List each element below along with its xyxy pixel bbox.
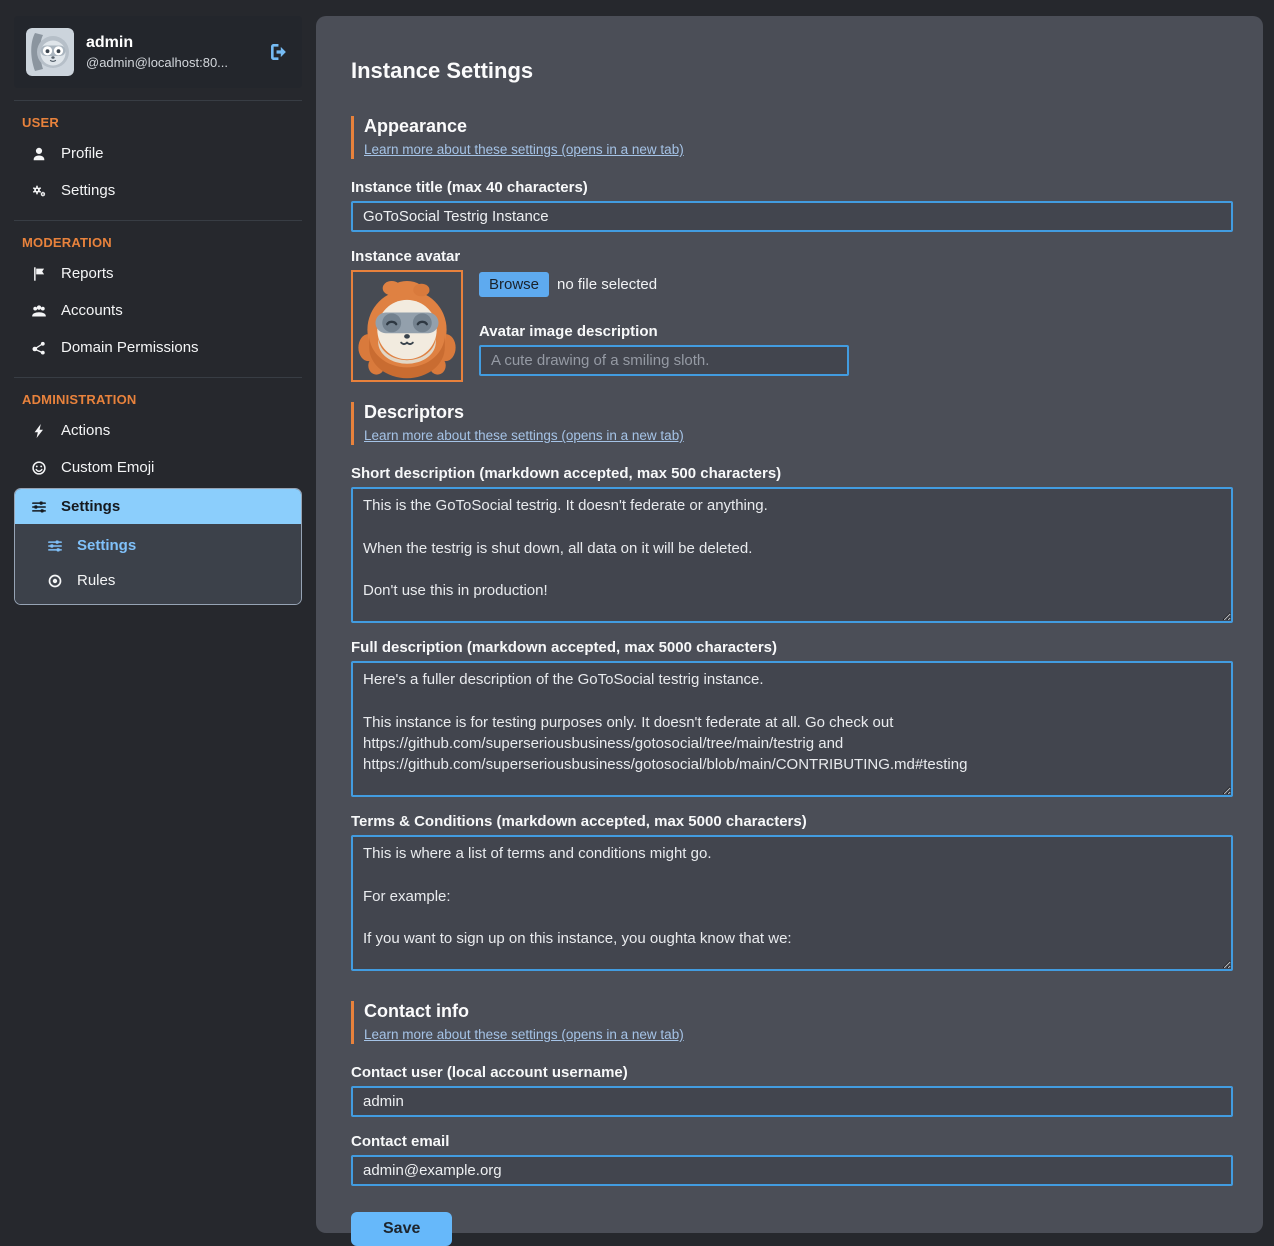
appearance-heading: Appearance <box>364 116 1233 137</box>
user-avatar <box>26 28 74 76</box>
instance-title-label: Instance title (max 40 characters) <box>351 179 1233 196</box>
gears-icon <box>30 182 47 199</box>
sidebar-item-label: Reports <box>61 265 114 282</box>
sidebar-item-label: Profile <box>61 145 104 162</box>
contact-email-input[interactable] <box>351 1155 1233 1186</box>
section-label-moderation: MODERATION <box>14 233 302 254</box>
contact-section-header: Contact info Learn more about these sett… <box>351 1001 1233 1044</box>
instance-avatar-image <box>351 270 463 382</box>
smile-icon <box>30 459 47 476</box>
nav-section-moderation: MODERATION Reports Accounts <box>14 220 302 365</box>
appearance-section-header: Appearance Learn more about these settin… <box>351 116 1233 159</box>
descriptors-learn-more-link[interactable]: Learn more about these settings (opens i… <box>364 428 684 443</box>
sidebar-item-user-settings[interactable]: Settings <box>14 173 302 208</box>
submenu-item-label: Settings <box>77 537 136 554</box>
avatar-description-label: Avatar image description <box>479 323 849 340</box>
logout-icon[interactable] <box>268 41 290 63</box>
main-panel: Instance Settings Appearance Learn more … <box>316 16 1263 1233</box>
section-label-administration: ADMINISTRATION <box>14 390 302 411</box>
user-card[interactable]: admin @admin@localhost:80... <box>14 16 302 88</box>
sidebar-item-admin-settings[interactable]: Settings <box>15 489 301 524</box>
submenu-item-rules[interactable]: Rules <box>15 564 301 597</box>
nav-section-user: USER Profile <box>14 100 302 208</box>
descriptors-heading: Descriptors <box>364 402 1233 423</box>
full-description-label: Full description (markdown accepted, max… <box>351 639 1233 656</box>
browse-button[interactable]: Browse <box>479 272 549 297</box>
sidebar-item-label: Actions <box>61 422 110 439</box>
save-button[interactable]: Save <box>351 1212 452 1246</box>
sidebar-item-label: Domain Permissions <box>61 339 199 356</box>
contact-user-input[interactable] <box>351 1086 1233 1117</box>
short-description-textarea[interactable] <box>351 487 1233 623</box>
sidebar-item-domain-permissions[interactable]: Domain Permissions <box>14 330 302 365</box>
sidebar-item-actions[interactable]: Actions <box>14 413 302 448</box>
user-icon <box>30 145 47 162</box>
contact-heading: Contact info <box>364 1001 1233 1022</box>
appearance-learn-more-link[interactable]: Learn more about these settings (opens i… <box>364 142 684 157</box>
sidebar-item-reports[interactable]: Reports <box>14 256 302 291</box>
settings-submenu: Settings Rules <box>15 524 301 604</box>
full-description-textarea[interactable] <box>351 661 1233 797</box>
short-description-label: Short description (markdown accepted, ma… <box>351 465 1233 482</box>
section-label-user: USER <box>14 113 302 134</box>
flag-icon <box>30 265 47 282</box>
sidebar-item-profile[interactable]: Profile <box>14 136 302 171</box>
settings-nav-block: Settings <box>14 488 302 605</box>
bolt-icon <box>30 422 47 439</box>
instance-avatar-label: Instance avatar <box>351 248 1233 265</box>
sidebar-item-label: Settings <box>61 182 115 199</box>
terms-label: Terms & Conditions (markdown accepted, m… <box>351 813 1233 830</box>
sliders-icon <box>30 498 47 515</box>
sidebar-item-custom-emoji[interactable]: Custom Emoji <box>14 450 302 485</box>
page-title: Instance Settings <box>351 58 1233 84</box>
nav-section-administration: ADMINISTRATION Actions Custom Emoji <box>14 377 302 605</box>
sidebar: admin @admin@localhost:80... USER Profil… <box>14 16 302 605</box>
descriptors-section-header: Descriptors Learn more about these setti… <box>351 402 1233 445</box>
instance-avatar-row: Browse no file selected Avatar image des… <box>351 270 1233 382</box>
user-name: admin <box>86 34 254 52</box>
instance-title-input[interactable] <box>351 201 1233 232</box>
contact-email-label: Contact email <box>351 1133 1233 1150</box>
file-status-text: no file selected <box>557 276 657 293</box>
sidebar-item-label: Accounts <box>61 302 123 319</box>
avatar-description-input[interactable] <box>479 345 849 376</box>
share-nodes-icon <box>30 339 47 356</box>
contact-user-label: Contact user (local account username) <box>351 1064 1233 1081</box>
terms-textarea[interactable] <box>351 835 1233 971</box>
users-icon <box>30 302 47 319</box>
submenu-item-settings[interactable]: Settings <box>15 529 301 562</box>
submenu-item-label: Rules <box>77 572 115 589</box>
circle-dot-icon <box>46 572 63 589</box>
sliders-icon <box>46 537 63 554</box>
sidebar-item-label: Custom Emoji <box>61 459 154 476</box>
contact-learn-more-link[interactable]: Learn more about these settings (opens i… <box>364 1027 684 1042</box>
sidebar-item-label: Settings <box>61 498 120 515</box>
user-handle: @admin@localhost:80... <box>86 55 254 70</box>
sidebar-nav: USER Profile <box>14 100 302 605</box>
sidebar-item-accounts[interactable]: Accounts <box>14 293 302 328</box>
